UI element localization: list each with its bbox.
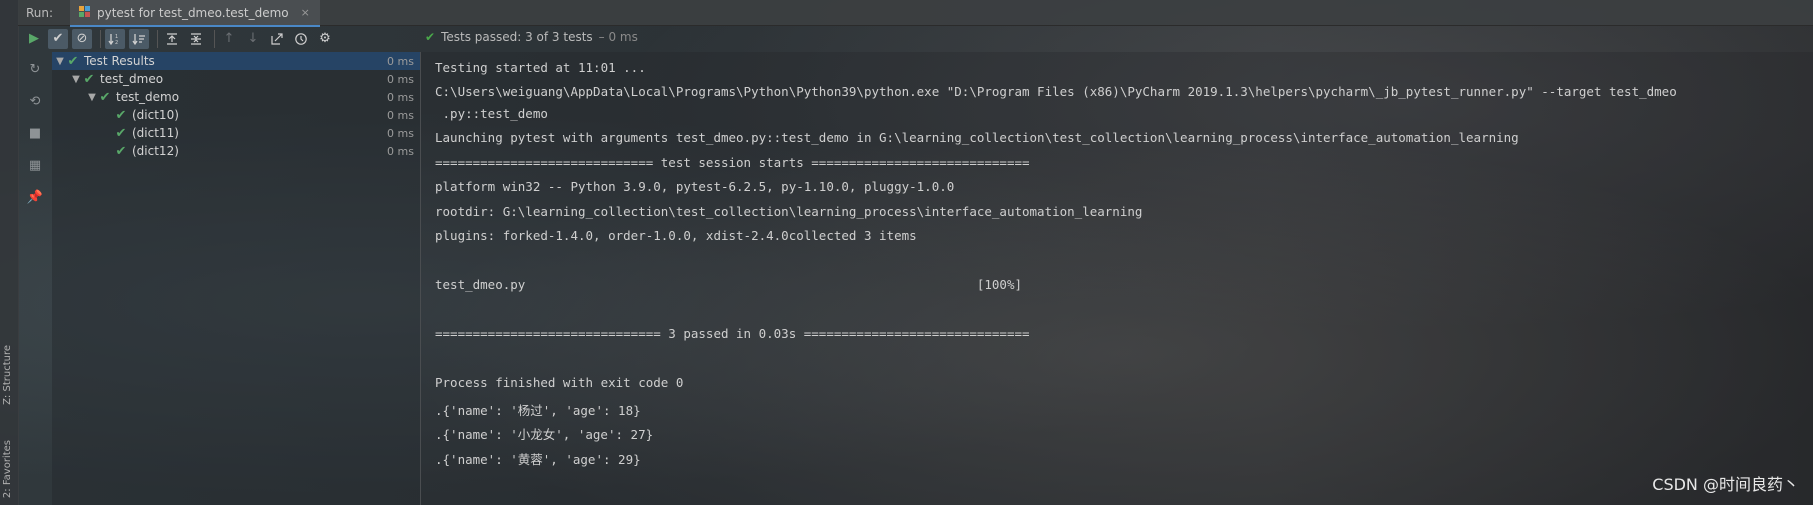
tree-node-test-results[interactable]: ▼ ✔ Test Results 0 ms (52, 52, 420, 70)
csdn-watermark: CSDN @时间良药丶 (1652, 475, 1799, 494)
tree-node-dict10[interactable]: ✔ (dict10) 0 ms (52, 106, 420, 124)
pin-tab-icon[interactable]: 📌 (25, 187, 45, 207)
previous-failed-test-icon[interactable]: ↑ (219, 29, 239, 49)
show-passed-toggle-icon[interactable]: ✔ (48, 28, 68, 49)
passed-check-icon: ✔ (99, 89, 111, 105)
svg-text:2: 2 (115, 40, 118, 46)
console-line: Process finished with exit code 0 (435, 375, 684, 390)
expand-all-icon[interactable] (162, 29, 182, 49)
tree-node-time: 0 ms (387, 126, 414, 140)
console-line: platform win32 -- Python 3.9.0, pytest-6… (435, 179, 955, 194)
console-line: .{'name': '小龙女', 'age': 27} (435, 427, 654, 442)
show-ignored-toggle-icon[interactable]: ⊘ (72, 28, 92, 49)
console-output[interactable]: Testing started at 11:01 ... C:\Users\we… (420, 52, 1813, 505)
tree-node-time: 0 ms (387, 72, 414, 86)
run-side-actions: ↻ ⟲ ■ ▦ 📌 (18, 52, 52, 505)
tree-node-label: (dict11) (132, 126, 179, 140)
test-status-bar: ✔ Tests passed: 3 of 3 tests – 0 ms (425, 30, 638, 44)
passed-check-icon: ✔ (115, 143, 127, 159)
tree-node-label: (dict12) (132, 144, 179, 158)
collapse-all-icon[interactable] (186, 29, 206, 49)
tree-node-label: Test Results (84, 54, 155, 68)
passed-check-icon: ✔ (115, 125, 127, 141)
settings-gear-icon[interactable]: ⚙ (315, 29, 335, 49)
rerun-failed-icon[interactable]: ↻ (25, 59, 45, 79)
passed-check-icon: ✔ (83, 71, 95, 87)
toggle-auto-test-icon[interactable]: ⟲ (25, 91, 45, 111)
console-line: ============================== 3 passed … (435, 326, 1030, 341)
expand-arrow-icon[interactable]: ▼ (86, 92, 98, 103)
tree-node-time: 0 ms (387, 54, 414, 68)
console-line: ============================= test sessi… (435, 155, 1030, 170)
test-history-icon[interactable] (291, 29, 311, 49)
console-line: C:\Users\weiguang\AppData\Local\Programs… (435, 84, 1677, 99)
tree-node-time: 0 ms (387, 90, 414, 104)
test-results-tree: ▼ ✔ Test Results 0 ms ▼ ✔ test_dmeo 0 ms… (52, 52, 420, 505)
passed-check-icon: ✔ (115, 107, 127, 123)
tree-node-dict11[interactable]: ✔ (dict11) 0 ms (52, 124, 420, 142)
console-line: rootdir: G:\learning_collection\test_col… (435, 204, 1143, 219)
expand-arrow-icon[interactable]: ▼ (54, 56, 66, 67)
tests-duration: – 0 ms (598, 30, 638, 44)
stop-icon[interactable]: ■ (25, 123, 45, 143)
run-config-tab[interactable]: pytest for test_dmeo.test_demo × (70, 0, 320, 27)
tree-node-dict12[interactable]: ✔ (dict12) 0 ms (52, 142, 420, 160)
passed-check-icon: ✔ (67, 53, 79, 69)
console-line: .{'name': '杨过', 'age': 18} (435, 403, 641, 418)
console-line: plugins: forked-1.4.0, order-1.0.0, xdis… (435, 228, 917, 243)
console-line: Launching pytest with arguments test_dme… (435, 130, 1519, 145)
toolbar-separator (157, 29, 158, 48)
rerun-icon[interactable]: ▶ (24, 29, 44, 49)
run-config-tab-title: pytest for test_dmeo.test_demo (97, 5, 289, 20)
tree-node-test-demo[interactable]: ▼ ✔ test_demo 0 ms (52, 88, 420, 106)
expand-arrow-icon[interactable]: ▼ (70, 74, 82, 85)
toolbar-separator (214, 29, 215, 48)
left-tool-strip: Z: Structure 2: Favorites (0, 0, 19, 505)
console-line: .{'name': '黄蓉', 'age': 29} (435, 452, 641, 467)
tests-passed-text: Tests passed: 3 of 3 tests (441, 30, 593, 44)
close-icon[interactable]: × (301, 6, 310, 19)
tree-node-label: test_demo (116, 90, 180, 104)
tree-node-test-dmeo[interactable]: ▼ ✔ test_dmeo 0 ms (52, 70, 420, 88)
toolbar-separator (100, 29, 101, 48)
tree-node-label: test_dmeo (100, 72, 164, 86)
tree-node-time: 0 ms (387, 108, 414, 122)
next-failed-test-icon[interactable]: ↓ (243, 29, 263, 49)
test-runner-toolbar: ▶ ✔ ⊘ 12 ↑ ↓ ⚙ (18, 25, 418, 52)
run-label: Run: (26, 6, 54, 20)
sort-alphabetically-icon[interactable]: 12 (105, 28, 125, 49)
tree-node-time: 0 ms (387, 144, 414, 158)
console-line: test_dmeo.py [100%] (435, 277, 1022, 292)
export-test-results-icon[interactable] (267, 29, 287, 49)
sort-by-duration-icon[interactable] (129, 28, 149, 49)
restore-layout-icon[interactable]: ▦ (25, 155, 45, 175)
console-line: Testing started at 11:01 ... (435, 60, 646, 75)
run-tool-window-header: Run: pytest for test_dmeo.test_demo × (18, 0, 1813, 27)
console-line: .py::test_demo (435, 106, 548, 121)
pytest-icon (78, 3, 91, 22)
favorites-tool-button[interactable]: 2: Favorites (2, 440, 13, 498)
tree-node-label: (dict10) (132, 108, 179, 122)
passed-check-icon: ✔ (425, 30, 436, 44)
structure-tool-button[interactable]: Z: Structure (2, 345, 13, 405)
